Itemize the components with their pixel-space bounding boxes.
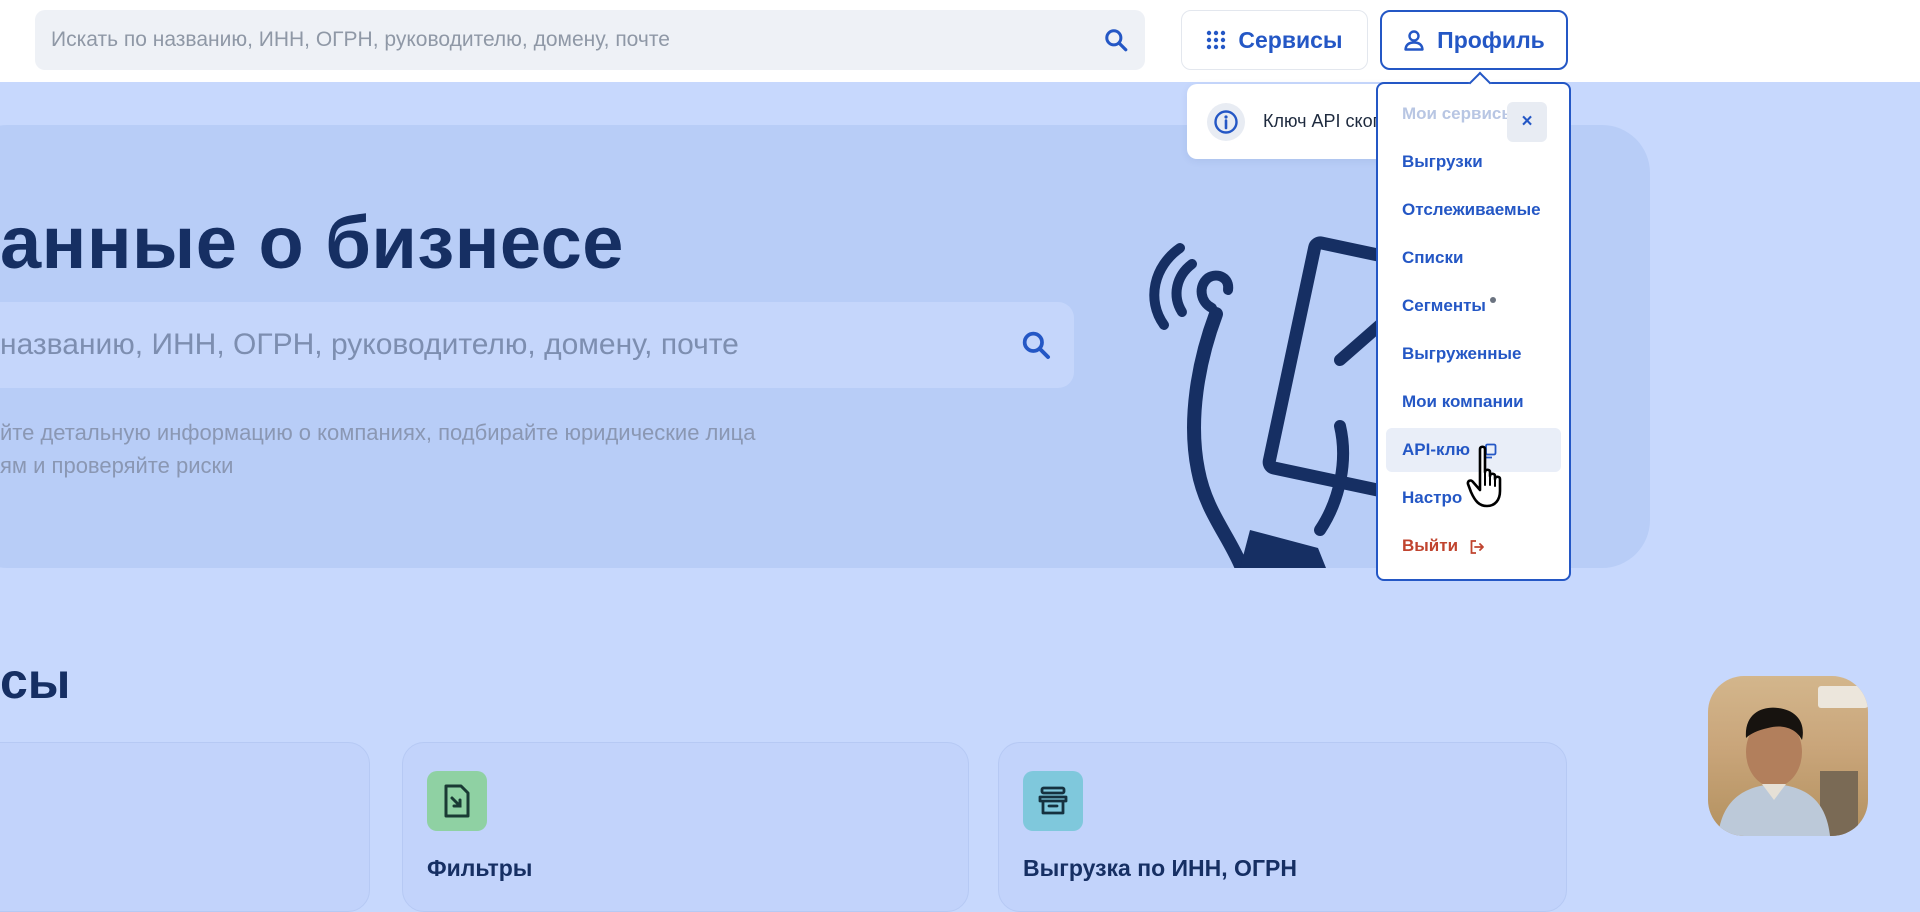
services-label: Сервисы xyxy=(1238,26,1343,53)
new-badge-dot xyxy=(1489,297,1496,303)
menu-item-label: Мои компании xyxy=(1402,392,1524,411)
hero-description-line: йте детальную информацию о компаниях, по… xyxy=(0,420,756,445)
menu-item-label: Выгруженные xyxy=(1402,344,1522,363)
hero-title: анные о бизнесе xyxy=(0,201,624,284)
logout-icon xyxy=(1470,539,1484,554)
menu-item-label: Сегменты xyxy=(1402,296,1486,315)
menu-item-logout[interactable]: Выйти xyxy=(1386,524,1561,568)
menu-item-label: API-клю xyxy=(1402,440,1471,459)
user-icon xyxy=(1404,30,1424,51)
menu-item-tracked[interactable]: Отслеживаемые xyxy=(1386,188,1561,232)
menu-item-lists[interactable]: Списки xyxy=(1386,236,1561,280)
service-card-export[interactable]: Выгрузка по ИНН, ОГРН xyxy=(998,742,1567,912)
grid-icon xyxy=(1207,30,1226,50)
hand-cursor-icon xyxy=(1466,445,1502,508)
hero-description-line: ям и проверяйте риски xyxy=(0,453,234,478)
service-card-label: Выгрузка по ИНН, ОГРН xyxy=(1023,855,1297,881)
filter-document-icon xyxy=(427,771,487,831)
menu-item-label: Списки xyxy=(1402,248,1464,267)
menu-item-label: Мои сервисы xyxy=(1402,104,1516,123)
top-bar: Искать по названию, ИНН, ОГРН, руководит… xyxy=(0,0,1920,82)
profile-label: Профиль xyxy=(1437,26,1545,53)
service-card-label: Фильтры xyxy=(427,855,533,881)
service-card-filters[interactable]: Фильтры xyxy=(402,742,969,912)
service-card[interactable] xyxy=(0,742,370,912)
menu-item-my-companies[interactable]: Мои компании xyxy=(1386,380,1561,424)
search-icon[interactable] xyxy=(1020,329,1052,361)
menu-item-label: Настро xyxy=(1402,488,1463,507)
section-title: сы xyxy=(0,653,71,709)
menu-item-exports[interactable]: Выгрузки xyxy=(1386,140,1561,184)
search-icon[interactable] xyxy=(1103,27,1129,53)
toast-close-label: × xyxy=(1521,111,1533,132)
presenter-video-frame xyxy=(1718,686,1868,836)
box-stack-icon xyxy=(1023,771,1083,831)
info-icon xyxy=(1207,103,1245,141)
profile-button[interactable]: Профиль xyxy=(1380,10,1568,70)
services-button[interactable]: Сервисы xyxy=(1181,10,1368,70)
hero-search-input[interactable]: названию, ИНН, ОГРН, руководителю, домен… xyxy=(0,302,1074,388)
hero-description: йте детальную информацию о компаниях, по… xyxy=(0,416,900,482)
top-search-placeholder: Искать по названию, ИНН, ОГРН, руководит… xyxy=(51,28,670,51)
menu-item-label: Выгрузки xyxy=(1402,152,1483,171)
menu-item-exported[interactable]: Выгруженные xyxy=(1386,332,1561,376)
menu-item-label: Отслеживаемые xyxy=(1402,200,1541,219)
webcam-overlay xyxy=(1708,676,1868,836)
top-search-input[interactable]: Искать по названию, ИНН, ОГРН, руководит… xyxy=(35,10,1145,70)
menu-item-label: Выйти xyxy=(1402,536,1459,555)
hero-search-placeholder: названию, ИНН, ОГРН, руководителю, домен… xyxy=(0,328,739,361)
close-icon[interactable]: × xyxy=(1507,102,1547,142)
menu-item-segments[interactable]: Сегменты xyxy=(1386,284,1561,328)
